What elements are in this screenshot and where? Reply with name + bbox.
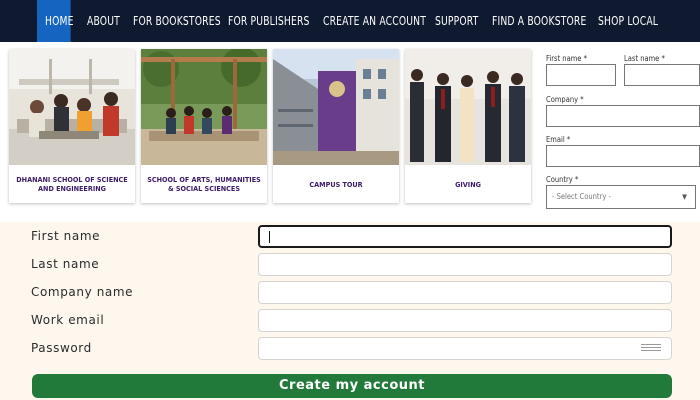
last-name-input[interactable]: [258, 253, 672, 276]
card-campus-tour[interactable]: CAMPUS TOUR: [273, 49, 399, 203]
first-name-label: First name: [31, 229, 101, 243]
nav-for-publishers[interactable]: FOR PUBLISHERS: [228, 0, 310, 42]
card-giving[interactable]: GIVING: [405, 49, 531, 203]
nav-find-bookstore[interactable]: FIND A BOOKSTORE: [492, 0, 586, 42]
mini-email-input[interactable]: [546, 145, 700, 167]
card-caption: CAMPUS TOUR: [309, 179, 363, 189]
company-name-input[interactable]: [258, 281, 672, 304]
mini-last-name-input[interactable]: [624, 64, 700, 86]
create-account-button[interactable]: Create my account: [32, 374, 672, 398]
group-photo: [405, 49, 531, 165]
card-arts-humanities[interactable]: SCHOOL OF ARTS, HUMANITIES & SOCIAL SCIE…: [141, 49, 267, 203]
nav-support[interactable]: SUPPORT: [435, 0, 478, 42]
card-caption: GIVING: [455, 179, 481, 189]
card-caption: DHANANI SCHOOL OF SCIENCE AND ENGINEERIN…: [16, 175, 128, 193]
work-email-label: Work email: [31, 313, 105, 327]
mini-country-select[interactable]: - Select Country - ▼: [546, 185, 696, 209]
password-manager-icon[interactable]: [641, 344, 661, 354]
last-name-label: Last name: [31, 257, 100, 271]
mini-first-name-input[interactable]: [546, 64, 616, 86]
mini-email-label: Email *: [546, 135, 571, 144]
mini-signup-form: First name * Last name * Company * Email…: [540, 42, 700, 222]
card-caption: SCHOOL OF ARTS, HUMANITIES & SOCIAL SCIE…: [147, 175, 261, 193]
mini-country-label: Country *: [546, 175, 579, 184]
mini-country-value: - Select Country -: [552, 192, 611, 201]
nav-create-account[interactable]: CREATE AN ACCOUNT: [323, 0, 426, 42]
work-email-input[interactable]: [258, 309, 672, 332]
nav-shop-local[interactable]: SHOP LOCAL: [598, 0, 658, 42]
courtyard-photo: [141, 49, 267, 165]
text-cursor: [269, 231, 270, 243]
card-science-engineering[interactable]: DHANANI SCHOOL OF SCIENCE AND ENGINEERIN…: [9, 49, 135, 203]
nav-home[interactable]: HOME: [45, 0, 74, 42]
password-input[interactable]: [258, 337, 672, 360]
mini-company-input[interactable]: [546, 105, 700, 127]
mini-first-name-label: First name *: [546, 54, 587, 63]
nav-for-bookstores[interactable]: FOR BOOKSTORES: [133, 0, 221, 42]
top-navigation: HOME ABOUT FOR BOOKSTORES FOR PUBLISHERS…: [0, 0, 700, 42]
mini-last-name-label: Last name *: [624, 54, 665, 63]
mini-company-label: Company *: [546, 95, 584, 104]
lab-photo: [9, 49, 135, 165]
chevron-down-icon: ▼: [682, 193, 687, 201]
password-label: Password: [31, 341, 92, 355]
first-name-input[interactable]: [258, 225, 672, 248]
campus-building-photo: [273, 49, 399, 165]
company-name-label: Company name: [31, 285, 134, 299]
nav-about[interactable]: ABOUT: [87, 0, 120, 42]
